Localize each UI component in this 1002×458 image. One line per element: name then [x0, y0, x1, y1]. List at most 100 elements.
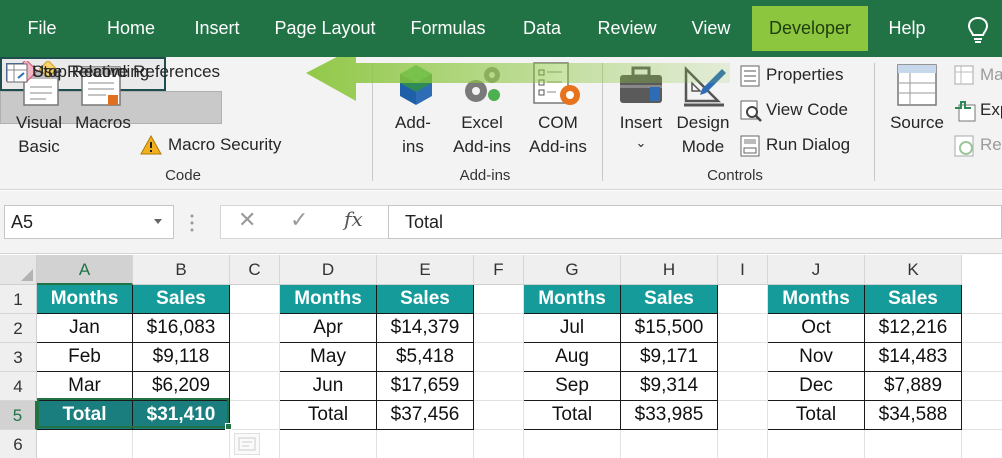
tab-review[interactable]: Review [588, 0, 666, 57]
quick-analysis-icon[interactable] [234, 433, 260, 455]
table-cell[interactable]: $5,418 [377, 343, 474, 372]
refresh-icon [954, 135, 974, 157]
row-header-6[interactable]: 6 [0, 430, 37, 458]
tab-data[interactable]: Data [512, 0, 572, 57]
column-header-h[interactable]: H [621, 255, 718, 285]
use-relative-references-label: Use Relative References [32, 62, 221, 81]
row-header-2[interactable]: 2 [0, 314, 37, 343]
name-box[interactable]: A5 [4, 205, 174, 239]
table-cell[interactable]: $9,118 [133, 343, 230, 372]
tab-developer[interactable]: Developer [752, 6, 868, 51]
properties-button[interactable]: Properties [738, 61, 862, 91]
tab-help[interactable]: Help [878, 0, 936, 57]
macro-security-button[interactable]: Macro Security [136, 129, 296, 161]
total-cell[interactable]: Total [768, 401, 865, 430]
table-header-cell[interactable]: Sales [621, 285, 718, 314]
insert-function-icon[interactable]: fx [344, 207, 363, 231]
table-cell[interactable]: Jan [37, 314, 133, 343]
fill-handle[interactable] [225, 423, 232, 430]
total-cell[interactable]: $33,985 [621, 401, 718, 430]
export-label: Exp [980, 100, 1002, 119]
column-header-j[interactable]: J [768, 255, 865, 285]
total-cell[interactable]: Total [280, 401, 377, 430]
column-header-c[interactable]: C [230, 255, 280, 285]
refresh-data-button[interactable]: Re [952, 131, 1002, 161]
column-header-g[interactable]: G [524, 255, 621, 285]
add-ins-label-2: ins [402, 137, 424, 156]
view-code-button[interactable]: View Code [738, 96, 862, 126]
table-cell[interactable]: $6,209 [133, 372, 230, 401]
row-header-3[interactable]: 3 [0, 343, 37, 372]
lightbulb-icon[interactable] [966, 16, 990, 44]
table-cell[interactable]: $9,171 [621, 343, 718, 372]
tab-view[interactable]: View [680, 0, 742, 57]
row-header-4[interactable]: 4 [0, 372, 37, 401]
tab-home[interactable]: Home [92, 0, 170, 57]
table-cell[interactable]: $9,314 [621, 372, 718, 401]
run-dialog-button[interactable]: Run Dialog [738, 131, 862, 161]
table-cell[interactable]: $14,379 [377, 314, 474, 343]
table-cell[interactable]: May [280, 343, 377, 372]
table-cell[interactable]: Apr [280, 314, 377, 343]
formula-input[interactable]: Total [388, 205, 1002, 239]
total-cell[interactable]: $37,456 [377, 401, 474, 430]
expansion-packs-button[interactable]: Exp [952, 96, 1002, 126]
table-header-cell[interactable]: Months [524, 285, 621, 314]
tab-page-layout[interactable]: Page Layout [266, 0, 384, 57]
table-cell[interactable]: Aug [524, 343, 621, 372]
refresh-label: Re [980, 135, 1002, 154]
total-cell[interactable]: $34,588 [865, 401, 962, 430]
ribbon: Visual Basic Macros Stop Recording Use R… [0, 57, 1002, 190]
column-header-f[interactable]: F [474, 255, 524, 285]
table-header-cell[interactable]: Sales [377, 285, 474, 314]
warning-icon [140, 135, 162, 155]
chevron-down-icon: ⌄ [635, 135, 647, 150]
view-code-icon [740, 100, 762, 122]
total-cell[interactable]: Total [524, 401, 621, 430]
table-header-cell[interactable]: Months [280, 285, 377, 314]
map-properties-button[interactable]: Ma [952, 61, 1002, 91]
table-cell[interactable]: Oct [768, 314, 865, 343]
table-cell[interactable]: Nov [768, 343, 865, 372]
row-header-1[interactable]: 1 [0, 285, 37, 314]
source-label: Source [890, 113, 944, 132]
column-header-e[interactable]: E [377, 255, 474, 285]
table-header-cell[interactable]: Months [37, 285, 133, 314]
select-all-button[interactable] [0, 255, 37, 285]
cancel-icon[interactable]: ✕ [238, 207, 256, 233]
visual-basic-label-1: Visual [16, 113, 62, 132]
table-cell[interactable]: Mar [37, 372, 133, 401]
chevron-down-icon[interactable] [154, 219, 162, 224]
tab-formulas[interactable]: Formulas [400, 0, 496, 57]
row-header-5[interactable]: 5 [0, 401, 37, 430]
table-cell[interactable]: $16,083 [133, 314, 230, 343]
enter-icon[interactable]: ✓ [290, 207, 308, 233]
table-header-cell[interactable]: Sales [133, 285, 230, 314]
map-properties-label: Ma [980, 65, 1002, 84]
table-cell[interactable]: $15,500 [621, 314, 718, 343]
map-properties-icon [954, 65, 974, 85]
table-cell[interactable]: $14,483 [865, 343, 962, 372]
table-cell[interactable]: $17,659 [377, 372, 474, 401]
table-cell[interactable]: $7,889 [865, 372, 962, 401]
table-cell[interactable]: Feb [37, 343, 133, 372]
table-cell[interactable]: Sep [524, 372, 621, 401]
table-header-cell[interactable]: Sales [865, 285, 962, 314]
table-cell[interactable]: Jun [280, 372, 377, 401]
worksheet-grid[interactable]: A B C D E F G H I J K 1 2 3 4 5 6 Months Sales Jan $16,083 Fe… [0, 255, 1002, 458]
source-button[interactable]: Source [884, 57, 950, 163]
formula-bar-splitter-icon[interactable] [190, 213, 194, 233]
tab-file[interactable]: File [14, 0, 70, 57]
table-cell[interactable]: Jul [524, 314, 621, 343]
table-header-cell[interactable]: Months [768, 285, 865, 314]
visual-basic-label-2: Basic [18, 137, 60, 156]
column-header-k[interactable]: K [865, 255, 962, 285]
column-header-a[interactable]: A [37, 255, 133, 285]
tab-insert[interactable]: Insert [182, 0, 252, 57]
column-header-b[interactable]: B [133, 255, 230, 285]
table-cell[interactable]: $12,216 [865, 314, 962, 343]
code-group-label: Code [165, 167, 201, 184]
column-header-i[interactable]: I [718, 255, 768, 285]
column-header-d[interactable]: D [280, 255, 377, 285]
table-cell[interactable]: Dec [768, 372, 865, 401]
